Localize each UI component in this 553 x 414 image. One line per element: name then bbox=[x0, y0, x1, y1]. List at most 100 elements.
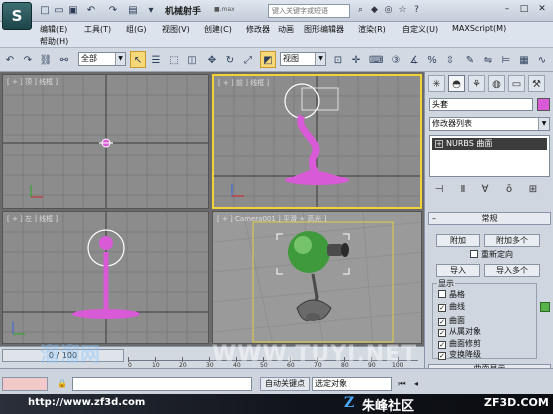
select-and-manipulate-icon[interactable]: ✛ bbox=[348, 51, 364, 68]
maxscript-listener-box[interactable] bbox=[2, 377, 48, 391]
search-icon[interactable]: ⌕ bbox=[354, 4, 367, 17]
utilities-tab-icon[interactable]: ⚒ bbox=[528, 75, 545, 92]
viewport-left[interactable]: [ + ] 左 ] 线框 ] bbox=[2, 211, 209, 344]
dependents-checkbox-box[interactable]: ✓ bbox=[438, 329, 446, 337]
pivot-center-icon[interactable]: ⊡ bbox=[330, 51, 346, 68]
unlink-icon[interactable]: ⚯ bbox=[56, 51, 72, 68]
viewport-label[interactable]: [ + ] Camera001 ] 平滑 + 高光 ] bbox=[217, 214, 326, 224]
new-file-icon[interactable]: □ bbox=[38, 4, 52, 17]
make-unique-icon[interactable]: ∀ bbox=[477, 183, 493, 197]
menu-graph-editors[interactable]: 图形编辑器 bbox=[304, 24, 344, 35]
reorient-checkbox[interactable]: 重新定向 bbox=[470, 250, 513, 260]
undo-icon[interactable]: ↶ bbox=[2, 51, 18, 68]
configure-modifier-sets-icon[interactable]: ⊞ bbox=[525, 183, 541, 197]
auto-key-button[interactable]: 自动关键点 bbox=[260, 377, 310, 391]
surface-trims-checkbox-box[interactable]: ✓ bbox=[438, 341, 446, 349]
curves-checkbox-box[interactable]: ✓ bbox=[438, 304, 446, 312]
viewport-front[interactable]: [ + ] 前 ] 线框 ] bbox=[212, 74, 422, 209]
hierarchy-tab-icon[interactable]: ⚘ bbox=[468, 75, 485, 92]
go-to-start-icon[interactable]: ⏮ bbox=[396, 377, 408, 391]
communication-center-icon[interactable]: ◎ bbox=[382, 4, 395, 17]
minimize-button[interactable]: – bbox=[500, 2, 514, 16]
viewport-label[interactable]: [ + ] 左 ] 线框 ] bbox=[7, 214, 58, 224]
nurbs-creation-toolbox-icon[interactable] bbox=[540, 302, 550, 312]
modify-tab-icon[interactable]: ◓ bbox=[448, 75, 465, 92]
favorites-star-icon[interactable]: ☆ bbox=[396, 4, 409, 17]
menu-tools[interactable]: 工具(T) bbox=[84, 24, 111, 35]
select-and-scale-icon[interactable]: ⤢ bbox=[240, 51, 256, 68]
select-and-squash-icon[interactable]: ◩ bbox=[260, 51, 276, 68]
general-rollout-header[interactable]: – 常规 bbox=[428, 212, 551, 225]
mirror-icon[interactable]: ⇋ bbox=[480, 51, 496, 68]
layer-manager-icon[interactable]: ▦ bbox=[516, 51, 532, 68]
select-and-move-icon[interactable]: ✥ bbox=[204, 51, 220, 68]
open-file-icon[interactable]: ▭ bbox=[52, 4, 66, 17]
surfaces-checkbox-box[interactable]: ✓ bbox=[438, 318, 446, 326]
rectangular-selection-icon[interactable]: ⬚ bbox=[166, 51, 182, 68]
help-icon[interactable]: ? bbox=[410, 4, 423, 17]
select-by-name-icon[interactable]: ☰ bbox=[148, 51, 164, 68]
lattice-checkbox-box[interactable] bbox=[438, 290, 446, 298]
object-name-field[interactable] bbox=[429, 98, 533, 111]
help-search-input[interactable] bbox=[268, 4, 350, 18]
object-color-swatch[interactable] bbox=[537, 98, 550, 111]
menu-rendering[interactable]: 渲染(R) bbox=[358, 24, 386, 35]
select-and-link-icon[interactable]: ⛓ bbox=[38, 51, 54, 68]
menu-customize[interactable]: 自定义(U) bbox=[402, 24, 438, 35]
menu-maxscript[interactable]: MAXScript(M) bbox=[452, 24, 506, 33]
transform-degrade-checkbox[interactable]: ✓ 变换降级 bbox=[438, 350, 481, 360]
lock-selection-icon[interactable]: 🔒 bbox=[56, 377, 68, 391]
previous-frame-icon[interactable]: ◂ bbox=[410, 377, 422, 391]
pin-stack-icon[interactable]: ⊣ bbox=[431, 183, 447, 197]
menu-help[interactable]: 帮助(H) bbox=[40, 36, 68, 47]
viewport-camera[interactable]: [ + ] Camera001 ] 平滑 + 高光 ] bbox=[212, 211, 422, 344]
surfaces-checkbox[interactable]: ✓ 曲面 bbox=[438, 316, 465, 326]
maximize-button[interactable]: □ bbox=[517, 2, 531, 16]
redo-icon[interactable]: ↷ bbox=[106, 4, 120, 17]
save-file-icon[interactable]: ▣ bbox=[66, 4, 80, 17]
window-crossing-icon[interactable]: ◫ bbox=[184, 51, 200, 68]
quick-access-dropdown-icon[interactable]: ▾ bbox=[144, 4, 158, 17]
menu-group[interactable]: 组(G) bbox=[126, 24, 146, 35]
spinner-snap-icon[interactable]: ⇳ bbox=[442, 51, 458, 68]
dependents-checkbox[interactable]: ✓ 从属对象 bbox=[438, 327, 481, 337]
menu-edit[interactable]: 编辑(E) bbox=[40, 24, 67, 35]
expand-plus-icon[interactable]: + bbox=[435, 140, 443, 148]
attach-multiple-button[interactable]: 附加多个 bbox=[484, 234, 540, 247]
viewport-label[interactable]: [ + ] 顶 ] 线框 ] bbox=[7, 77, 58, 87]
reorient-checkbox-box[interactable] bbox=[470, 250, 478, 258]
modifier-stack-item[interactable]: + NURBS 曲面 bbox=[432, 138, 547, 150]
curve-editor-icon[interactable]: ∿ bbox=[534, 51, 550, 68]
lattice-checkbox[interactable]: 晶格 bbox=[438, 290, 465, 300]
import-button[interactable]: 导入 bbox=[436, 264, 480, 277]
menu-views[interactable]: 视图(V) bbox=[162, 24, 190, 35]
transform-degrade-checkbox-box[interactable]: ✓ bbox=[438, 352, 446, 360]
named-selection-icon[interactable]: ✎ bbox=[462, 51, 478, 68]
select-object-icon[interactable]: ↖ bbox=[130, 51, 146, 68]
attach-button[interactable]: 附加 bbox=[436, 234, 480, 247]
display-tab-icon[interactable]: ▭ bbox=[508, 75, 525, 92]
import-multiple-button[interactable]: 导入多个 bbox=[484, 264, 540, 277]
close-button[interactable]: ✕ bbox=[535, 2, 549, 16]
remove-modifier-icon[interactable]: ō bbox=[501, 183, 517, 197]
angle-snap-icon[interactable]: ∡ bbox=[406, 51, 422, 68]
undo-icon[interactable]: ↶ bbox=[84, 4, 98, 17]
percent-snap-icon[interactable]: % bbox=[424, 51, 440, 68]
viewport-label[interactable]: [ + ] 前 ] 线框 ] bbox=[218, 78, 269, 88]
surface-trims-checkbox[interactable]: ✓ 曲面修剪 bbox=[438, 339, 481, 349]
show-end-result-icon[interactable]: Ⅱ bbox=[455, 183, 471, 197]
infocenter-icon[interactable]: ◆ bbox=[368, 4, 381, 17]
align-icon[interactable]: ⊨ bbox=[498, 51, 514, 68]
redo-icon[interactable]: ↷ bbox=[20, 51, 36, 68]
selected-objects-dropdown[interactable]: 选定对象 bbox=[312, 377, 392, 391]
create-tab-icon[interactable]: ✳ bbox=[428, 75, 445, 92]
curves-checkbox[interactable]: ✓ 曲线 bbox=[438, 302, 465, 312]
modifier-list-dropdown[interactable]: 修改器列表 ▼ bbox=[429, 117, 550, 131]
project-folder-icon[interactable]: ▤ bbox=[126, 4, 140, 17]
menu-animation[interactable]: 动画 bbox=[278, 24, 294, 35]
app-logo[interactable]: S bbox=[2, 2, 32, 30]
menu-create[interactable]: 创建(C) bbox=[204, 24, 232, 35]
motion-tab-icon[interactable]: ◍ bbox=[488, 75, 505, 92]
snaps-toggle-icon[interactable]: ③ bbox=[388, 51, 404, 68]
keyboard-shortcut-icon[interactable]: ⌨ bbox=[368, 51, 384, 68]
